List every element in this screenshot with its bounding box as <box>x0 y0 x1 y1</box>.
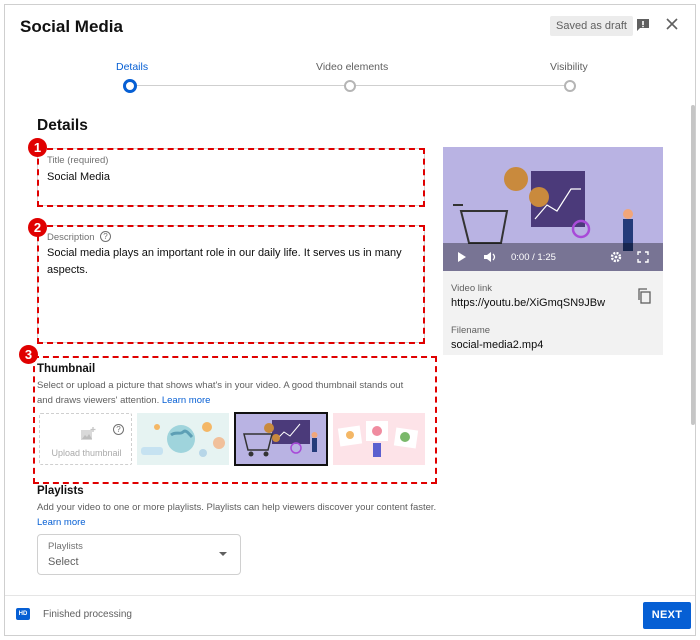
settings-gear-icon[interactable] <box>610 251 622 263</box>
description-help-icon[interactable]: ? <box>100 231 111 242</box>
video-player[interactable]: 0:00 / 1:25 <box>443 147 663 271</box>
playlists-description: Add your video to one or more playlists.… <box>37 502 437 513</box>
playlists-heading: Playlists <box>37 485 84 497</box>
step-details-dot[interactable] <box>123 79 137 93</box>
feedback-icon[interactable] <box>635 17 651 33</box>
playlists-select-label: Playlists <box>48 541 83 552</box>
next-button[interactable]: NEXT <box>643 602 691 629</box>
add-photo-icon <box>81 427 96 440</box>
close-icon[interactable] <box>664 16 680 32</box>
hd-icon: HD <box>16 608 30 620</box>
thumbnail-description-text: Select or upload a picture that shows wh… <box>37 380 404 406</box>
step-video-elements-dot[interactable] <box>344 80 356 92</box>
description-field-label: Description <box>47 232 95 243</box>
thumbnail-option-1[interactable] <box>137 413 229 465</box>
video-time: 0:00 / 1:25 <box>511 252 556 263</box>
playlists-select[interactable]: Playlists Select <box>37 534 241 575</box>
upload-thumbnail-button[interactable]: ? Upload thumbnail <box>39 413 132 465</box>
thumbnail-heading: Thumbnail <box>37 363 96 375</box>
description-input[interactable]: Social media plays an important role in … <box>47 245 417 279</box>
upload-dialog: Social Media Saved as draft Details Vide… <box>4 4 696 636</box>
draft-status-badge: Saved as draft <box>550 16 633 36</box>
upload-thumbnail-label: Upload thumbnail <box>51 448 122 458</box>
volume-icon[interactable] <box>483 251 497 263</box>
thumbnail-option-3[interactable] <box>333 413 425 465</box>
footer-divider <box>5 595 695 596</box>
title-field-label: Title (required) <box>47 155 109 166</box>
step-details-label[interactable]: Details <box>116 61 148 73</box>
annotation-marker-3: 3 <box>19 345 38 364</box>
step-visibility-label[interactable]: Visibility <box>550 61 588 73</box>
step-visibility-dot[interactable] <box>564 80 576 92</box>
thumbnail-3-image <box>333 413 425 465</box>
copy-icon[interactable] <box>637 288 651 304</box>
dialog-title: Social Media <box>20 17 123 36</box>
scrollbar-thumb[interactable] <box>691 105 695 425</box>
thumbnail-option-2-selected[interactable] <box>234 412 328 466</box>
thumbnail-1-image <box>137 413 229 465</box>
dropdown-arrow-icon <box>219 552 227 556</box>
details-heading: Details <box>37 117 88 134</box>
annotation-box-description <box>37 225 425 344</box>
filename-value: social-media2.mp4 <box>451 339 544 351</box>
thumbnail-2-image <box>236 414 326 464</box>
playlists-learn-more-link[interactable]: Learn more <box>37 515 86 530</box>
filename-label: Filename <box>451 325 491 336</box>
thumbnail-help-icon[interactable]: ? <box>113 424 124 435</box>
video-link[interactable]: https://youtu.be/XiGmqSN9JBw <box>451 297 605 309</box>
play-icon[interactable] <box>457 251 467 263</box>
video-preview-panel: 0:00 / 1:25 Video link https://youtu.be/… <box>443 147 663 355</box>
fullscreen-icon[interactable] <box>637 251 649 263</box>
step-video-elements-label[interactable]: Video elements <box>316 61 388 73</box>
dialog-header: Social Media Saved as draft <box>5 5 695 49</box>
thumbnail-description: Select or upload a picture that shows wh… <box>37 378 417 408</box>
playlists-select-value: Select <box>48 556 79 568</box>
annotation-marker-2: 2 <box>28 218 47 237</box>
title-input[interactable]: Social Media <box>47 169 110 186</box>
processing-status: Finished processing <box>43 609 132 620</box>
annotation-marker-1: 1 <box>28 138 47 157</box>
video-link-label: Video link <box>451 283 493 294</box>
thumbnail-learn-more-link[interactable]: Learn more <box>162 395 211 406</box>
